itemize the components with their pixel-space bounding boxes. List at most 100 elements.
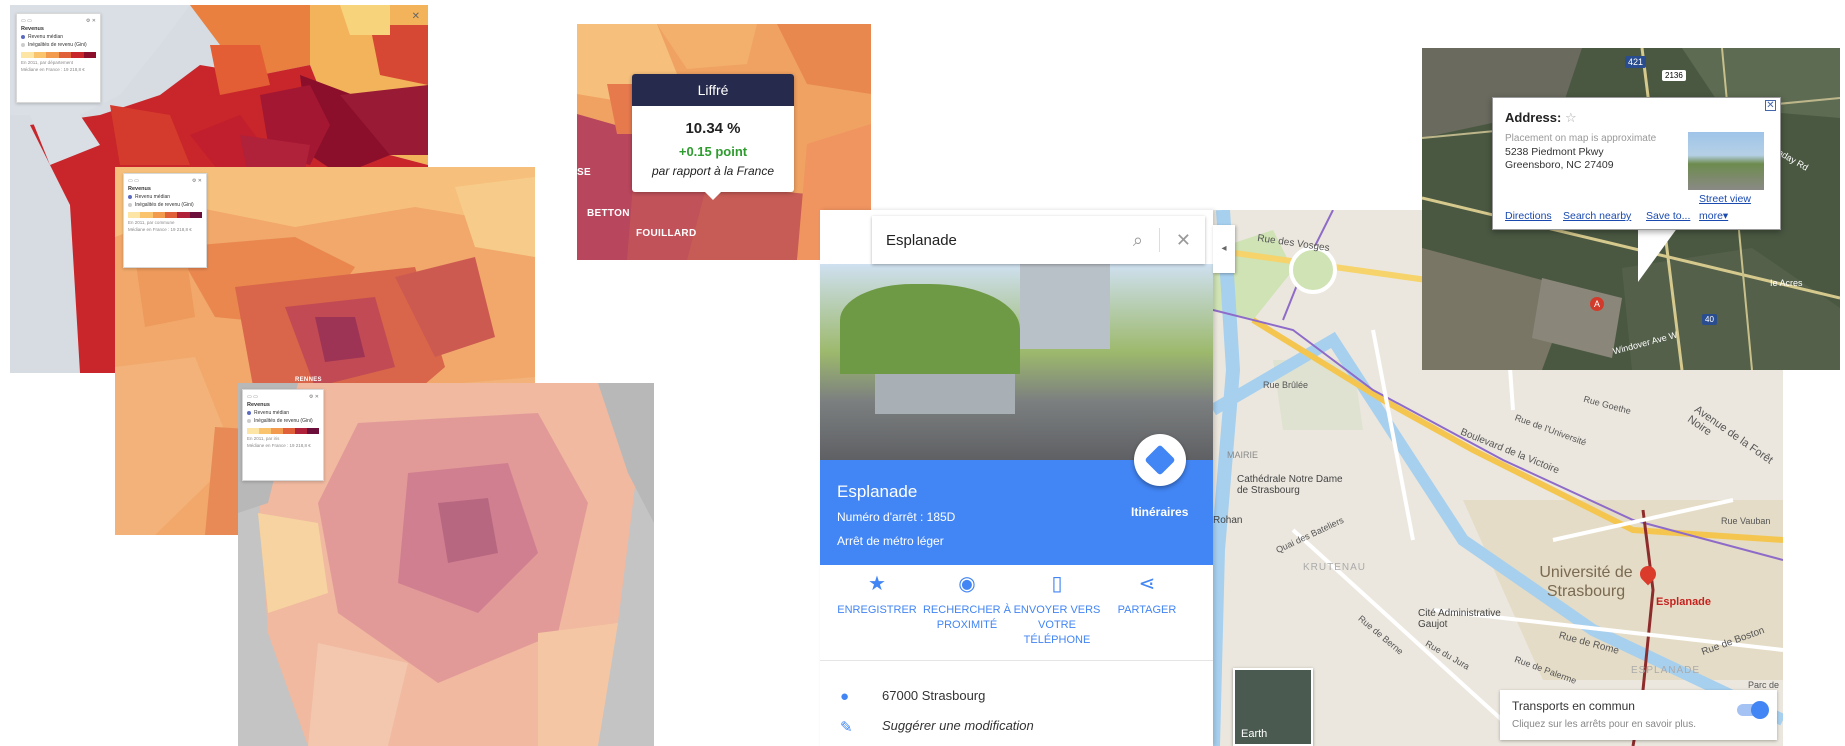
tooltip-note: par rapport à la France [651, 164, 775, 178]
suggest-edit-text: Suggérer une modification [882, 718, 1034, 733]
earth-toggle[interactable]: Earth [1233, 668, 1313, 746]
placement-note: Placement on map is approximate [1505, 133, 1657, 144]
search-box[interactable]: ⌕ ✕ [872, 216, 1205, 264]
save-button[interactable]: ★ ENREGISTRER [832, 573, 922, 618]
legend-tab-icon[interactable]: ▭ ▭ [21, 18, 32, 24]
map-label-rue-vauban: Rue Vauban [1721, 516, 1771, 526]
map-label-esplanade-area: ESPLANADE [1631, 665, 1701, 676]
legend-title: Revenus [21, 26, 44, 32]
legend-panel-3: ▭ ▭ ⚙ ✕ Revenus Revenu médian Inégalités … [242, 389, 324, 481]
star-icon[interactable]: ☆ [1565, 110, 1577, 125]
map-label-cite-admin: Cité Administrative Gaujot [1418, 608, 1501, 630]
collapse-panel-button[interactable]: ◂ [1213, 225, 1235, 273]
legend-option-median[interactable]: Revenu médian [128, 194, 202, 200]
legend-tab-icon[interactable]: ▭ ▭ [128, 178, 139, 184]
map-label-betton: BETTON [587, 208, 630, 219]
map-pin-label: Esplanade [1656, 596, 1712, 608]
map-label-krutenau: KRUTENAU [1303, 562, 1367, 573]
search-icon[interactable]: ⌕ [1133, 230, 1143, 251]
highway-shield: 2136 [1662, 70, 1686, 81]
stop-type: Arrêt de métro léger [837, 534, 944, 548]
legend-france-median: Médiane en France : 19 218,8 € [247, 443, 311, 448]
legend-option-gini[interactable]: Inégalités de revenu (Gini) [247, 418, 319, 424]
trees-shape [840, 284, 1020, 374]
map-marker-a[interactable]: A [1590, 297, 1604, 311]
platform-shape [875, 374, 1015, 414]
map-label-se: SE [577, 167, 591, 178]
tooltip-value: 10.34 % [685, 120, 741, 137]
pencil-icon: ✎ [840, 719, 853, 736]
legend-panel-1: ▭ ▭ ⚙ ✕ Revenus Revenu médian Inégalités … [16, 13, 101, 103]
legend-title: Revenus [128, 186, 151, 192]
phone-icon: ▯ [1051, 573, 1063, 595]
save-to-link[interactable]: Save to... [1646, 210, 1690, 222]
street-view-link[interactable]: Street view [1699, 193, 1751, 205]
place-name: Esplanade [837, 482, 918, 501]
directions-icon [1144, 444, 1176, 476]
highway-shield: 40 [1702, 314, 1717, 325]
transit-title: Transports en commun [1512, 699, 1635, 713]
transit-toggle[interactable] [1737, 701, 1769, 719]
legend-option-gini[interactable]: Inégalités de revenu (Gini) [128, 202, 202, 208]
close-icon[interactable]: ✕ [1765, 100, 1776, 111]
directions-button[interactable] [1134, 434, 1186, 486]
map-label-rohan: Rohan [1213, 515, 1243, 526]
close-icon[interactable]: ⚙ ✕ [309, 394, 319, 400]
search-divider [1158, 228, 1160, 252]
legend-france-median: Médiane en France : 19 218,8 € [21, 67, 85, 72]
earth-label: Earth [1241, 728, 1268, 740]
nearby-icon: ◉ [958, 573, 976, 595]
share-icon: ⋖ [1138, 573, 1156, 595]
close-icon[interactable]: ⚙ ✕ [192, 178, 202, 184]
address-line-2: Greensboro, NC 27409 [1505, 159, 1614, 171]
choropleth-map-iris[interactable]: ▭ ▭ ⚙ ✕ Revenus Revenu médian Inégalités … [238, 383, 654, 746]
search-nearby-link[interactable]: Search nearby [1563, 210, 1631, 222]
map-label-cathedrale: Cathédrale Notre Dame de Strasbourg [1237, 474, 1343, 496]
close-icon[interactable]: ✕ [1176, 230, 1191, 251]
directions-label[interactable]: Itinéraires [1131, 505, 1188, 519]
send-to-phone-button[interactable]: ▯ ENVOYER VERS VOTRE TÉLÉPHONE [1012, 573, 1102, 648]
building-shape [1020, 264, 1110, 349]
legend-color-scale [21, 52, 96, 58]
legend-option-median[interactable]: Revenu médian [247, 410, 319, 416]
tooltip-title: Liffré [632, 74, 794, 106]
legend-level: En 2011, par commune [128, 220, 175, 225]
commune-tooltip: Liffré 10.34 % +0.15 point par rapport à… [632, 74, 794, 200]
close-icon[interactable]: ✕ [412, 11, 420, 22]
legend-panel-2: ▭ ▭ ⚙ ✕ Revenus Revenu médian Inégalités … [123, 173, 207, 268]
map-label-mairie: MAIRIE [1227, 450, 1259, 460]
address-popup: ✕ Address: ☆ Placement on map is approxi… [1492, 97, 1781, 230]
search-input[interactable] [884, 230, 1133, 250]
star-icon: ★ [868, 573, 886, 595]
legend-france-median: Médiane en France : 19 218,8 € [128, 227, 192, 232]
map-label-rue-brulee: Rue Brûlée [1263, 380, 1309, 390]
map-label-universite: Université de Strasbourg [1539, 564, 1633, 600]
nearby-button[interactable]: ◉ RECHERCHER À PROXIMITÉ [922, 573, 1012, 633]
address-text: 67000 Strasbourg [882, 688, 986, 703]
road-label: Ie Acres [1770, 278, 1803, 288]
transit-hint: Cliquez sur les arrêts pour en savoir pl… [1512, 719, 1696, 730]
street-view-photo[interactable] [820, 264, 1213, 460]
popup-tail [1638, 227, 1678, 282]
close-icon[interactable]: ⚙ ✕ [86, 18, 96, 24]
legend-option-median[interactable]: Revenu médian [21, 34, 96, 40]
legend-color-scale [247, 428, 319, 434]
legend-option-gini[interactable]: Inégalités de revenu (Gini) [21, 42, 96, 48]
street-view-thumbnail[interactable] [1688, 132, 1764, 190]
map-label-fouillard: FOUILLARD [636, 228, 697, 239]
highway-shield: 421 [1625, 56, 1647, 68]
address-heading: Address: [1505, 110, 1562, 125]
stop-number: Numéro d'arrêt : 185D [837, 510, 956, 524]
share-button[interactable]: ⋖ PARTAGER [1102, 573, 1192, 618]
legend-color-scale [128, 212, 202, 218]
more-link[interactable]: more▾ [1699, 210, 1728, 222]
legend-tab-icon[interactable]: ▭ ▭ [247, 394, 258, 400]
tooltip-delta: +0.15 point [678, 144, 748, 159]
transit-layer-box[interactable]: Transports en commun Cliquez sur les arr… [1500, 690, 1777, 740]
legend-title: Revenus [247, 402, 270, 408]
address-line-1: 5238 Piedmont Pkwy [1505, 146, 1604, 158]
legend-level: En 2011, par département [21, 60, 73, 65]
tooltip-arrow [705, 192, 721, 200]
location-pin-icon: ● [840, 688, 850, 705]
directions-link[interactable]: Directions [1505, 210, 1552, 222]
